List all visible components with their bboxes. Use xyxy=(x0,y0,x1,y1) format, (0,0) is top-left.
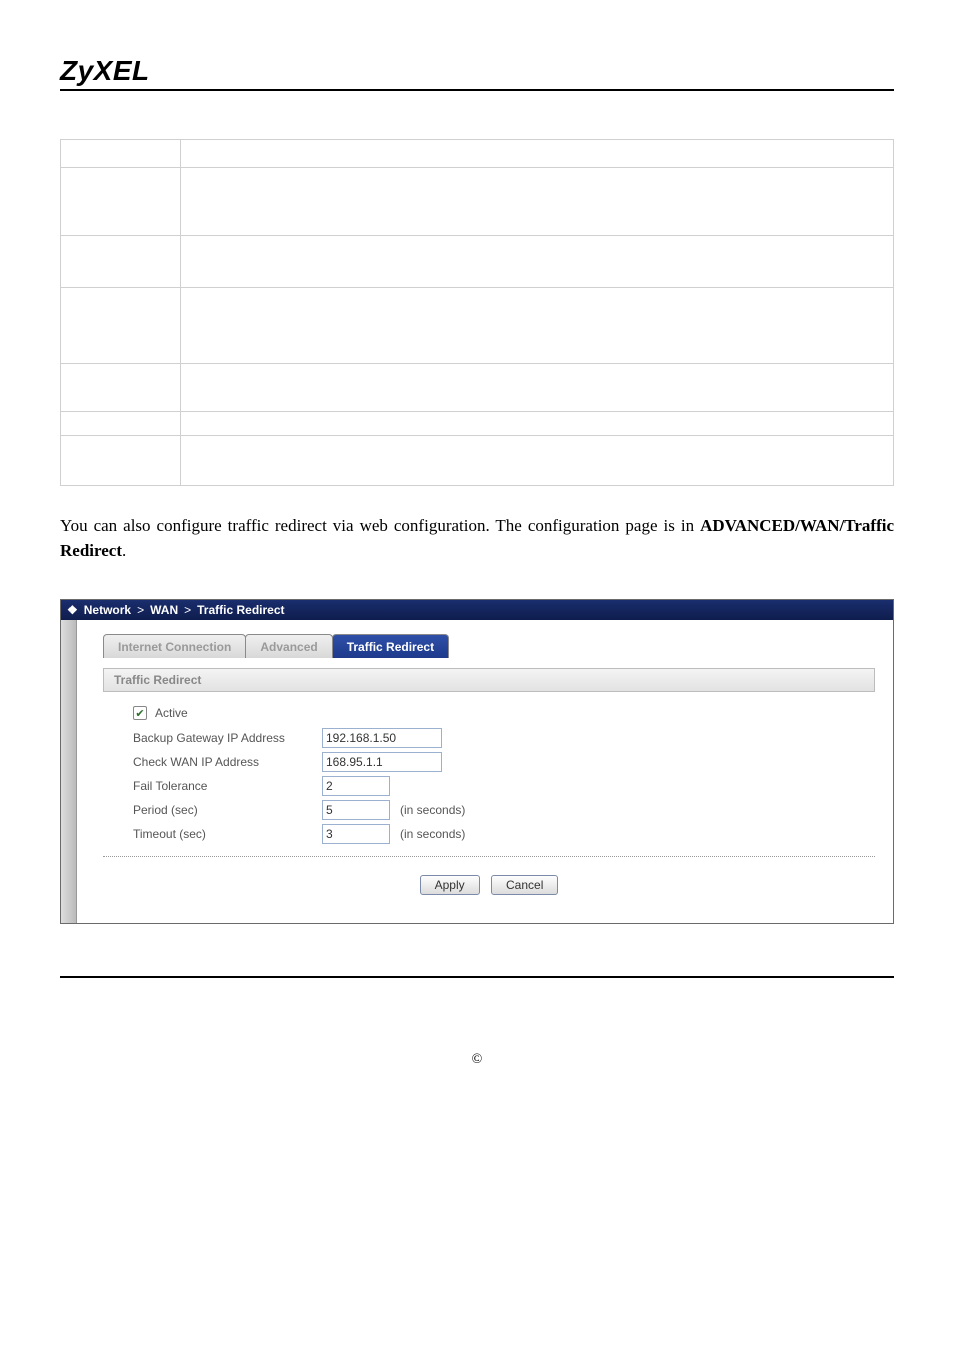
breadcrumb-item-2: Traffic Redirect xyxy=(197,603,284,617)
input-timeout[interactable] xyxy=(322,824,390,844)
breadcrumb-icon: ❖ xyxy=(67,603,78,617)
breadcrumb-sep: > xyxy=(184,603,191,617)
router-ui-window: ❖ Network > WAN > Traffic Redirect Inter… xyxy=(60,599,894,924)
label-fail-tolerance: Fail Tolerance xyxy=(127,779,322,793)
input-fail-tolerance[interactable] xyxy=(322,776,390,796)
brand-logo: ZyXEL xyxy=(60,55,150,86)
breadcrumb-item-1: WAN xyxy=(150,603,178,617)
table-cell xyxy=(181,288,894,364)
input-check-wan[interactable] xyxy=(322,752,442,772)
suffix-period: (in seconds) xyxy=(400,803,465,817)
table-cell xyxy=(61,412,181,436)
cancel-button[interactable]: Cancel xyxy=(491,875,558,895)
para-suffix: . xyxy=(122,541,126,560)
active-checkbox[interactable]: ✔ xyxy=(133,706,147,720)
table-cell xyxy=(181,364,894,412)
blank-table xyxy=(60,139,894,486)
table-cell xyxy=(181,168,894,236)
label-timeout: Timeout (sec) xyxy=(127,827,322,841)
suffix-timeout: (in seconds) xyxy=(400,827,465,841)
footer-rule xyxy=(60,976,894,978)
table-cell xyxy=(61,436,181,486)
table-cell xyxy=(181,436,894,486)
apply-button[interactable]: Apply xyxy=(420,875,480,895)
table-cell xyxy=(181,236,894,288)
section-title: Traffic Redirect xyxy=(103,668,875,692)
table-cell xyxy=(61,288,181,364)
copyright: © xyxy=(60,1052,894,1068)
breadcrumb: ❖ Network > WAN > Traffic Redirect xyxy=(61,600,893,620)
table-cell xyxy=(61,168,181,236)
label-backup-gateway: Backup Gateway IP Address xyxy=(127,731,322,745)
label-period: Period (sec) xyxy=(127,803,322,817)
input-period[interactable] xyxy=(322,800,390,820)
breadcrumb-item-0: Network xyxy=(84,603,131,617)
active-label: Active xyxy=(155,706,188,720)
tab-traffic-redirect[interactable]: Traffic Redirect xyxy=(332,634,449,658)
table-cell xyxy=(181,140,894,168)
side-strip xyxy=(61,620,77,923)
tab-internet-connection[interactable]: Internet Connection xyxy=(103,634,246,658)
tab-advanced[interactable]: Advanced xyxy=(245,634,332,658)
label-check-wan: Check WAN IP Address xyxy=(127,755,322,769)
breadcrumb-sep: > xyxy=(137,603,144,617)
table-cell xyxy=(61,236,181,288)
para-prefix: You can also configure traffic redirect … xyxy=(60,516,700,535)
table-cell xyxy=(61,364,181,412)
table-cell xyxy=(181,412,894,436)
input-backup-gateway[interactable] xyxy=(322,728,442,748)
table-cell xyxy=(61,140,181,168)
description-paragraph: You can also configure traffic redirect … xyxy=(60,514,894,563)
